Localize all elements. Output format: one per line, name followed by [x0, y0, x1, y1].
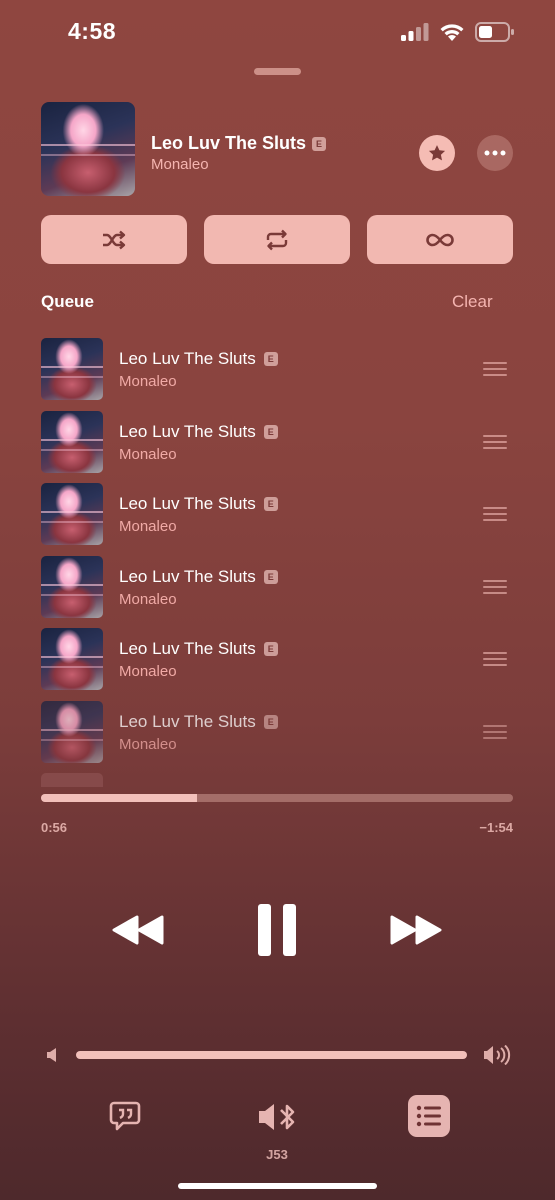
- queue-row-title: Leo Luv The Sluts E: [119, 567, 278, 587]
- volume-max-icon: [482, 1044, 512, 1066]
- reorder-handle-icon[interactable]: [483, 580, 507, 594]
- rewind-icon: [112, 915, 164, 945]
- now-playing-title[interactable]: Leo Luv The Sluts E: [151, 133, 327, 154]
- airplay-device-label: J53: [266, 1147, 288, 1162]
- autoplay-button[interactable]: [367, 215, 513, 264]
- queue-row-title-text: Leo Luv The Sluts: [119, 422, 256, 441]
- elapsed-time: 0:56: [41, 820, 68, 835]
- explicit-badge: E: [312, 136, 327, 151]
- queue-row-title-text: Leo Luv The Sluts: [119, 639, 256, 658]
- clear-queue-button[interactable]: Clear: [452, 292, 493, 312]
- wifi-icon: [440, 23, 464, 41]
- infinity-icon: [426, 233, 454, 246]
- queue-artwork: [41, 556, 103, 618]
- playback-scrubber[interactable]: [41, 794, 513, 802]
- list-icon: [416, 1105, 441, 1127]
- queue-button[interactable]: [408, 1095, 450, 1137]
- fast-forward-icon: [390, 915, 442, 945]
- play-pause-button[interactable]: [247, 900, 307, 960]
- queue-row-fade: [41, 773, 103, 787]
- playback-progress-fill: [41, 794, 197, 802]
- reorder-handle-icon[interactable]: [483, 435, 507, 449]
- explicit-badge: E: [263, 497, 278, 511]
- airplay-button[interactable]: [257, 1100, 299, 1134]
- now-playing-artist[interactable]: Monaleo: [151, 156, 209, 173]
- ellipsis-icon: [484, 150, 506, 156]
- queue-row[interactable]: Leo Luv The Sluts E Monaleo: [41, 338, 513, 400]
- queue-row[interactable]: Leo Luv The Sluts E Monaleo: [41, 701, 513, 763]
- queue-row-title: Leo Luv The Sluts E: [119, 712, 278, 732]
- star-icon: [428, 145, 446, 161]
- previous-button[interactable]: [108, 900, 168, 960]
- signal-icon: [401, 23, 429, 41]
- queue-row[interactable]: Leo Luv The Sluts E Monaleo: [41, 411, 513, 473]
- album-artwork[interactable]: [41, 102, 135, 196]
- next-button[interactable]: [386, 900, 446, 960]
- queue-artwork: [41, 411, 103, 473]
- repeat-button[interactable]: [204, 215, 350, 264]
- queue-row-title-text: Leo Luv The Sluts: [119, 712, 256, 731]
- queue-row-title: Leo Luv The Sluts E: [119, 639, 278, 659]
- reorder-handle-icon[interactable]: [483, 652, 507, 666]
- queue-row-artist: Monaleo: [119, 663, 177, 680]
- queue-row-title-text: Leo Luv The Sluts: [119, 567, 256, 586]
- explicit-badge: E: [263, 570, 278, 584]
- queue-artwork: [41, 338, 103, 400]
- status-time: 4:58: [68, 18, 117, 44]
- home-indicator[interactable]: [178, 1183, 377, 1189]
- sheet-grabber[interactable]: [254, 68, 301, 75]
- volume-slider[interactable]: [76, 1051, 467, 1059]
- lyrics-button[interactable]: [105, 1096, 145, 1136]
- favorite-button[interactable]: [419, 135, 455, 171]
- queue-row-title: Leo Luv The Sluts E: [119, 349, 278, 369]
- queue-row-title-text: Leo Luv The Sluts: [119, 494, 256, 513]
- shuffle-button[interactable]: [41, 215, 187, 264]
- queue-row-title: Leo Luv The Sluts E: [119, 494, 278, 514]
- queue-row[interactable]: Leo Luv The Sluts E Monaleo: [41, 483, 513, 545]
- explicit-badge: E: [263, 352, 278, 366]
- volume-level-fill: [76, 1051, 467, 1059]
- battery-icon: [475, 22, 514, 42]
- explicit-badge: E: [263, 715, 278, 729]
- status-icons: [401, 22, 515, 42]
- queue-row-title: Leo Luv The Sluts E: [119, 422, 278, 442]
- explicit-badge: E: [263, 642, 278, 656]
- pause-icon: [258, 904, 296, 956]
- queue-row[interactable]: Leo Luv The Sluts E Monaleo: [41, 628, 513, 690]
- queue-row-artist: Monaleo: [119, 591, 177, 608]
- more-button[interactable]: [477, 135, 513, 171]
- queue-row[interactable]: Leo Luv The Sluts E Monaleo: [41, 556, 513, 618]
- queue-artwork: [41, 701, 103, 763]
- speaker-bluetooth-icon: [259, 1104, 295, 1130]
- lyrics-icon: [109, 1101, 141, 1131]
- queue-heading: Queue: [41, 292, 94, 311]
- queue-row-title-text: Leo Luv The Sluts: [119, 349, 256, 368]
- remaining-time: −1:54: [479, 820, 513, 835]
- queue-row-artist: Monaleo: [119, 373, 177, 390]
- now-playing-title-text: Leo Luv The Sluts: [151, 133, 307, 153]
- reorder-handle-icon[interactable]: [483, 362, 507, 376]
- queue-artwork: [41, 628, 103, 690]
- queue-artwork: [41, 483, 103, 545]
- queue-row-artist: Monaleo: [119, 736, 177, 753]
- reorder-handle-icon[interactable]: [483, 725, 507, 739]
- explicit-badge: E: [263, 425, 278, 439]
- queue-row-artist: Monaleo: [119, 518, 177, 535]
- shuffle-icon: [103, 230, 126, 249]
- repeat-icon: [266, 229, 288, 250]
- reorder-handle-icon[interactable]: [483, 507, 507, 521]
- queue-row-artist: Monaleo: [119, 446, 177, 463]
- volume-min-icon: [44, 1046, 60, 1064]
